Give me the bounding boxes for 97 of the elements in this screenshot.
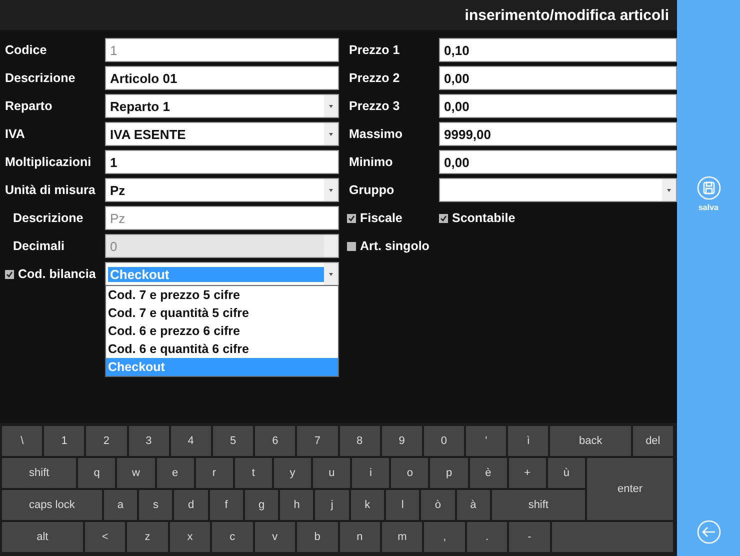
- keyboard-key[interactable]: c: [212, 522, 253, 552]
- keyboard-key[interactable]: v: [254, 522, 296, 552]
- keyboard-key[interactable]: r: [196, 458, 233, 488]
- keyboard-key[interactable]: back: [550, 426, 631, 456]
- keyboard-key[interactable]: \: [2, 426, 42, 456]
- enter-key[interactable]: enter: [587, 458, 673, 520]
- keyboard-key[interactable]: +: [508, 458, 546, 488]
- keyboard-key[interactable]: ò: [421, 490, 455, 520]
- caret-icon: [329, 132, 333, 136]
- checkbox-label: Art. singolo: [360, 239, 430, 253]
- keyboard-key[interactable]: b: [297, 522, 338, 552]
- caret-icon: [667, 188, 671, 192]
- keyboard-key[interactable]: ù: [548, 458, 585, 488]
- checkbox-label: Fiscale: [360, 211, 402, 225]
- field-label: Prezzo 2: [348, 71, 401, 85]
- input-field[interactable]: 0,00: [439, 94, 677, 118]
- keyboard-key[interactable]: 1: [44, 426, 84, 456]
- dropdown-field[interactable]: IVA ESENTE: [105, 122, 339, 146]
- checkbox[interactable]: [439, 214, 448, 222]
- keyboard-key[interactable]: g: [244, 490, 278, 520]
- keyboard-key[interactable]: f: [210, 490, 243, 520]
- keyboard-key[interactable]: k: [350, 490, 384, 520]
- keyboard-key[interactable]: d: [174, 490, 208, 520]
- checkbox[interactable]: [347, 214, 356, 222]
- checkbox[interactable]: [5, 270, 14, 278]
- keyboard-key[interactable]: t: [234, 458, 272, 488]
- field-label: Descrizione: [4, 71, 76, 85]
- input-field[interactable]: Articolo 01: [105, 66, 339, 90]
- field-label: Moltiplicazioni: [4, 155, 92, 169]
- keyboard-key[interactable]: shift: [492, 490, 585, 520]
- keyboard-key[interactable]: m: [382, 522, 422, 552]
- input-field[interactable]: 0,00: [439, 66, 677, 90]
- dropdown-field[interactable]: [439, 178, 677, 202]
- keyboard-key[interactable]: w: [117, 458, 155, 488]
- keyboard-key[interactable]: <: [84, 522, 126, 552]
- keyboard-key[interactable]: 6: [255, 426, 296, 456]
- field-label: Massimo: [348, 127, 404, 141]
- save-icon: [696, 176, 720, 200]
- keyboard-key[interactable]: 3: [128, 426, 169, 456]
- window-title: inserimento/modifica articoli: [464, 6, 669, 24]
- input-field[interactable]: 0,00: [439, 150, 677, 174]
- caret-icon: [329, 272, 333, 276]
- checkbox-label: Scontabile: [452, 211, 516, 225]
- caret-icon: [329, 188, 333, 192]
- keyboard-key[interactable]: h: [280, 490, 314, 520]
- keyboard-key[interactable]: o: [391, 458, 428, 488]
- dropdown-field[interactable]: Pz: [105, 178, 339, 202]
- keyboard-key[interactable]: caps lock: [2, 490, 102, 520]
- keyboard-key[interactable]: è: [470, 458, 507, 488]
- keyboard-key[interactable]: n: [340, 522, 380, 552]
- keyboard-key[interactable]: s: [139, 490, 172, 520]
- field-label: Gruppo: [348, 183, 396, 197]
- keyboard-key[interactable]: shift: [2, 458, 76, 488]
- keyboard-key[interactable]: 0: [424, 426, 464, 456]
- dropdown-field[interactable]: Reparto 1: [105, 94, 339, 118]
- keyboard-key[interactable]: ì: [508, 426, 548, 456]
- field-label: Unità di misura: [4, 183, 96, 197]
- keyboard-key[interactable]: l: [386, 490, 420, 520]
- field-label: Codice: [4, 43, 48, 57]
- field-label: Cod. bilancia: [18, 267, 96, 281]
- field-label: Minimo: [348, 155, 394, 169]
- keyboard-key[interactable]: alt: [2, 522, 83, 552]
- keyboard-key[interactable]: 7: [297, 426, 338, 456]
- keyboard-key[interactable]: q: [78, 458, 116, 488]
- field-label: Decimali: [12, 239, 66, 253]
- keyboard-key[interactable]: u: [313, 458, 350, 488]
- keyboard-key[interactable]: j: [315, 490, 349, 520]
- checkbox[interactable]: [347, 242, 356, 250]
- input-field[interactable]: 0,10: [439, 38, 677, 62]
- keyboard-key[interactable]: 5: [212, 426, 254, 456]
- field-label: Reparto: [4, 99, 54, 113]
- keyboard-key[interactable]: p: [430, 458, 468, 488]
- keyboard-key[interactable]: del: [632, 426, 673, 456]
- keyboard-key[interactable]: e: [156, 458, 194, 488]
- keyboard-key[interactable]: 8: [340, 426, 380, 456]
- keyboard-key[interactable]: .: [466, 522, 508, 552]
- caret-icon: [329, 104, 333, 108]
- keyboard-key[interactable]: -: [509, 522, 550, 552]
- input-field[interactable]: 9999,00: [439, 122, 677, 146]
- field-label: Prezzo 3: [348, 99, 401, 113]
- keyboard-key[interactable]: à: [456, 490, 490, 520]
- keyboard-key[interactable]: i: [352, 458, 390, 488]
- field-label: Prezzo 1: [348, 43, 401, 57]
- keyboard-key[interactable]: ,: [424, 522, 465, 552]
- input-field[interactable]: Pz: [105, 206, 339, 230]
- input-field[interactable]: 1: [105, 150, 339, 174]
- field-label: IVA: [4, 127, 26, 141]
- keyboard-key[interactable]: z: [127, 522, 168, 552]
- keyboard-key[interactable]: 9: [382, 426, 422, 456]
- keyboard-key[interactable]: y: [274, 458, 312, 488]
- field-label: Descrizione: [12, 211, 84, 225]
- keyboard-key[interactable]: x: [170, 522, 210, 552]
- input-field[interactable]: 1: [105, 38, 339, 62]
- keyboard-key[interactable]: ': [466, 426, 506, 456]
- keyboard-key[interactable]: a: [104, 490, 138, 520]
- keyboard-key[interactable]: 4: [170, 426, 211, 456]
- keyboard-key[interactable]: 2: [86, 426, 127, 456]
